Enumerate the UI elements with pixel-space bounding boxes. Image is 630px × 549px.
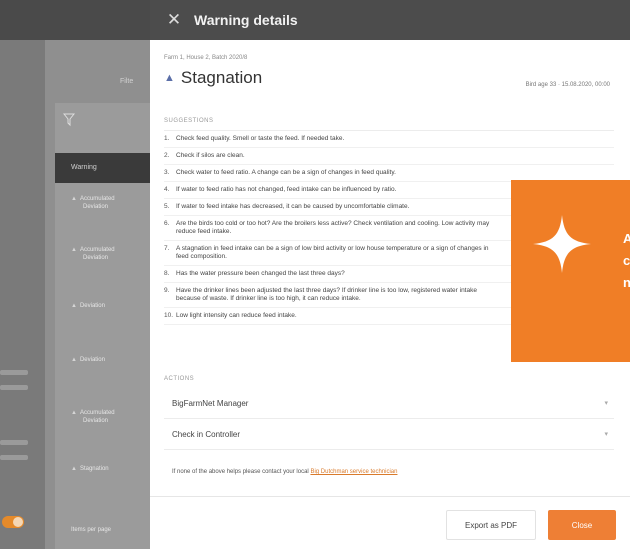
actions-section: ACTIONS BigFarmNet Manager ▾ Check in Co…	[164, 376, 614, 450]
triangle-icon: ▲	[71, 466, 77, 472]
triangle-icon: ▲	[71, 357, 77, 363]
sidebar-stub	[0, 370, 28, 375]
suggestion-number: 6.	[164, 220, 170, 227]
warning-title: ▲ Stagnation	[164, 68, 262, 88]
suggestion-text: Check water to feed ratio. A change can …	[176, 169, 396, 176]
suggestion-number: 2.	[164, 152, 170, 159]
warning-title-text: Stagnation	[180, 68, 263, 87]
suggestion-text: Check feed quality. Smell or taste the f…	[176, 135, 345, 142]
dialog-header: ✕ Warning details	[150, 0, 630, 40]
breadcrumb: Farm 1, House 2, Batch 2020/8	[164, 55, 248, 61]
filter-icon[interactable]	[62, 113, 76, 130]
list-item-title: Accumulated	[79, 196, 115, 202]
suggestion-number: 9.	[164, 287, 170, 294]
export-pdf-button[interactable]: Export as PDF	[446, 510, 536, 540]
triangle-icon: ▲	[71, 303, 77, 309]
actions-label: ACTIONS	[164, 376, 195, 382]
background-sidebar	[0, 40, 45, 549]
list-item-title: Stagnation	[79, 466, 109, 472]
suggestion-text: If water to feed intake has decreased, i…	[176, 203, 410, 210]
action-check-in-controller[interactable]: Check in Controller ▾	[164, 419, 614, 450]
list-item-title: Deviation	[79, 303, 105, 309]
triangle-icon: ▲	[71, 410, 77, 416]
background-label: Filte	[120, 78, 134, 85]
list-item[interactable]: ▲ Accumulated Deviation	[55, 195, 150, 211]
promo-badge: A c n	[511, 180, 630, 362]
list-item[interactable]: ▲ Deviation	[55, 356, 150, 364]
list-item-subtitle: Deviation	[83, 255, 109, 261]
background-toggle[interactable]	[2, 516, 24, 528]
sidebar-stub	[0, 455, 28, 460]
suggestion-text: Have the drinker lines been adjusted the…	[176, 287, 477, 302]
list-item-subtitle: Deviation	[83, 204, 109, 210]
action-label: Check in Controller	[172, 429, 241, 439]
suggestion-number: 4.	[164, 186, 170, 193]
suggestion-text: Low light intensity can reduce feed inta…	[176, 312, 297, 319]
suggestion-item: 1. Check feed quality. Smell or taste the…	[164, 131, 614, 148]
footer-divider	[150, 496, 630, 497]
background-topbar	[0, 0, 150, 40]
suggestion-text: Are the birds too cold or too hot? Are t…	[176, 220, 490, 235]
suggestion-number: 7.	[164, 245, 170, 252]
close-button[interactable]: Close	[548, 510, 616, 540]
list-item-title: Accumulated	[79, 247, 115, 253]
sidebar-stub	[0, 440, 28, 445]
contact-prefix: If none of the above helps please contac…	[172, 469, 311, 475]
sparkle-icon	[533, 215, 591, 273]
suggestion-text: A stagnation in feed intake can be a sig…	[176, 245, 489, 260]
suggestion-number: 10.	[164, 312, 174, 319]
sidebar-stub	[0, 385, 28, 390]
suggestion-number: 3.	[164, 169, 170, 176]
suggestion-number: 5.	[164, 203, 170, 210]
list-item-subtitle: Deviation	[83, 418, 109, 424]
triangle-icon: ▲	[71, 196, 77, 202]
warning-triangle-icon: ▲	[164, 72, 175, 84]
promo-text-line: c	[623, 253, 630, 268]
action-bigfarmnet-manager[interactable]: BigFarmNet Manager ▾	[164, 388, 614, 419]
list-item[interactable]: ▲ Accumulated Deviation	[55, 246, 150, 262]
promo-text-line: n	[623, 275, 630, 290]
list-item-title: Deviation	[79, 357, 105, 363]
suggestion-text: Check if silos are clean.	[176, 152, 245, 159]
suggestions-label: SUGGESTIONS	[164, 118, 614, 131]
triangle-icon: ▲	[71, 247, 77, 253]
suggestion-item: 2. Check if silos are clean.	[164, 148, 614, 165]
chevron-down-icon: ▾	[604, 431, 608, 438]
list-item[interactable]: ▲ Deviation	[55, 302, 150, 310]
chevron-down-icon: ▾	[604, 400, 608, 407]
pagination-label: Items per page	[71, 527, 112, 533]
promo-text-line: A	[623, 231, 630, 246]
suggestion-number: 1.	[164, 135, 170, 142]
bird-age-info: Bird age 33 · 15.08.2020, 00:00	[525, 82, 610, 88]
suggestion-number: 8.	[164, 270, 170, 277]
dialog-title: Warning details	[194, 12, 298, 28]
action-label: BigFarmNet Manager	[172, 398, 249, 408]
list-header: Warning	[55, 153, 150, 183]
list-item[interactable]: ▲ Accumulated Deviation	[55, 409, 150, 425]
background-warning-list: Warning ▲ Accumulated Deviation ▲ Accumula…	[55, 103, 150, 549]
list-item-title: Accumulated	[79, 410, 115, 416]
suggestion-text: If water to feed ratio has not changed, …	[176, 186, 397, 193]
suggestion-text: Has the water pressure been changed the …	[176, 270, 345, 277]
close-icon[interactable]: ✕	[164, 10, 184, 30]
contact-text: If none of the above helps please contac…	[172, 469, 397, 475]
service-technician-link[interactable]: Big Dutchman service technician	[310, 469, 397, 475]
list-item[interactable]: ▲ Stagnation	[55, 465, 150, 473]
